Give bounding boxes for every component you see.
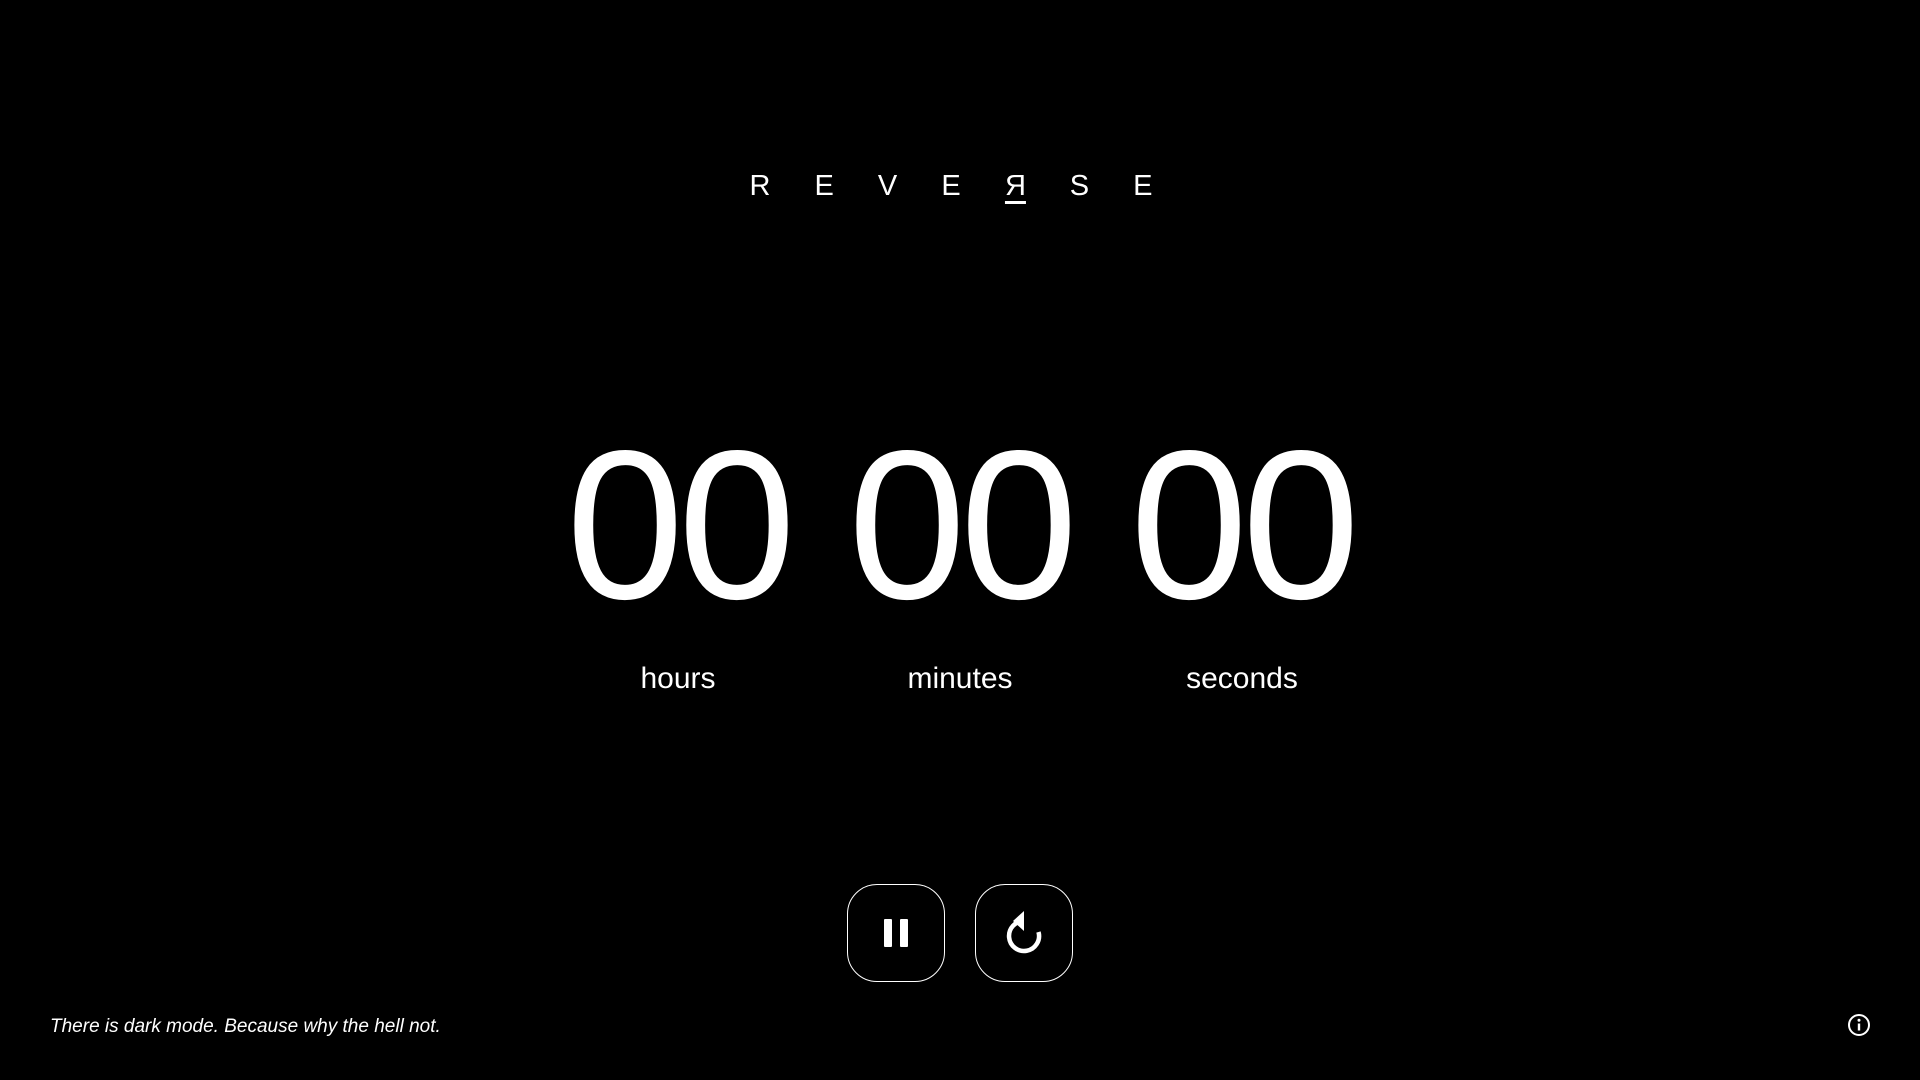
pause-icon [884, 919, 908, 947]
pause-button[interactable] [847, 884, 945, 982]
logo-letter: E [941, 170, 979, 202]
dark-mode-tagline: There is dark mode. Because why the hell… [50, 1016, 441, 1037]
logo-letter: V [877, 170, 916, 202]
logo-letter: E [1133, 170, 1171, 202]
reset-button[interactable] [975, 884, 1073, 982]
hours-unit: 00 hours [562, 419, 796, 697]
logo-reversed-letter: R [1004, 170, 1026, 204]
logo-letter: E [814, 170, 852, 202]
timer-page: R E V E R S E 00 hours 00 minutes 00 sec… [0, 0, 1920, 1080]
logo-letter: S [1069, 170, 1108, 202]
timer-controls [0, 884, 1920, 982]
reset-icon [1006, 911, 1042, 954]
hours-value[interactable]: 00 [566, 419, 796, 631]
info-icon [1848, 1014, 1870, 1036]
info-button[interactable] [1847, 1013, 1871, 1037]
countdown-display: 00 hours 00 minutes 00 seconds [0, 419, 1920, 697]
seconds-label: seconds [1186, 662, 1298, 695]
minutes-value[interactable]: 00 [848, 419, 1078, 631]
hours-label: hours [640, 662, 716, 695]
logo-letter: R [749, 170, 789, 202]
seconds-unit: 00 seconds [1126, 419, 1360, 697]
minutes-unit: 00 minutes [844, 419, 1078, 697]
app-logo: R E V E R S E [0, 168, 1920, 204]
minutes-label: minutes [907, 662, 1013, 695]
seconds-value[interactable]: 00 [1130, 419, 1360, 631]
